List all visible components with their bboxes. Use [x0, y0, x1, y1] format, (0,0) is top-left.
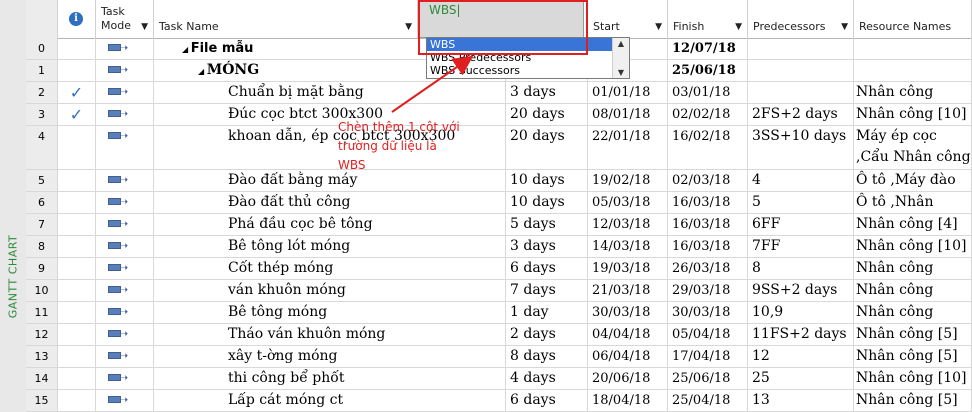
annotation-arrow — [391, 55, 474, 113]
annotation-text: Chèn thêm 1 cột với trường dữ liệu là WB… — [338, 120, 460, 172]
